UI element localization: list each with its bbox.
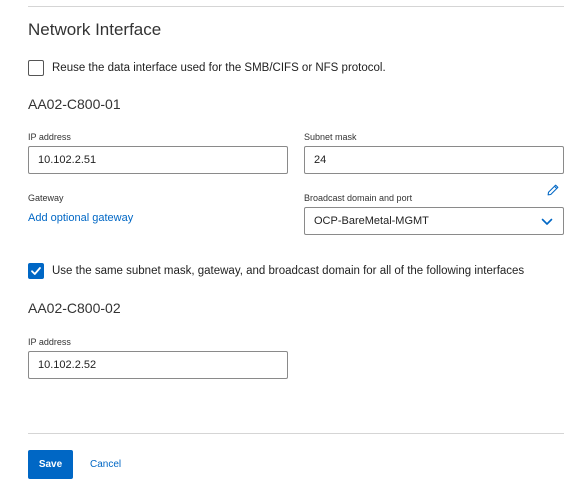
add-gateway-link[interactable]: Add optional gateway (28, 212, 133, 224)
chevron-down-icon (541, 218, 553, 225)
broadcast-domain-select[interactable]: OCP-BareMetal-MGMT (304, 207, 564, 235)
same-settings-label: Use the same subnet mask, gateway, and b… (52, 265, 525, 277)
same-settings-checkbox-row[interactable]: Use the same subnet mask, gateway, and b… (28, 263, 524, 279)
section-title: Network Interface (28, 20, 162, 39)
reuse-interface-checkbox[interactable] (28, 60, 44, 76)
cancel-button[interactable]: Cancel (90, 459, 121, 470)
reuse-interface-checkbox-row[interactable]: Reuse the data interface used for the SM… (28, 60, 386, 76)
gateway-label: Gateway (28, 193, 64, 203)
broadcast-domain-label: Broadcast domain and port (304, 193, 413, 203)
node1-ip-input[interactable] (28, 146, 288, 174)
node2-title: AA02-C800-02 (28, 300, 121, 316)
same-settings-checkbox[interactable] (28, 263, 44, 279)
subnet-mask-label: Subnet mask (304, 132, 357, 142)
save-button[interactable]: Save (28, 450, 73, 479)
top-divider (28, 6, 564, 7)
subnet-mask-input[interactable] (304, 146, 564, 174)
bottom-divider (28, 433, 564, 434)
node1-title: AA02-C800-01 (28, 96, 121, 112)
node2-ip-label: IP address (28, 337, 71, 347)
checkmark-icon (31, 267, 41, 275)
broadcast-domain-value: OCP-BareMetal-MGMT (314, 215, 429, 227)
node1-ip-label: IP address (28, 132, 71, 142)
node2-ip-input[interactable] (28, 351, 288, 379)
reuse-interface-label: Reuse the data interface used for the SM… (52, 62, 386, 74)
pencil-icon[interactable] (547, 184, 559, 196)
